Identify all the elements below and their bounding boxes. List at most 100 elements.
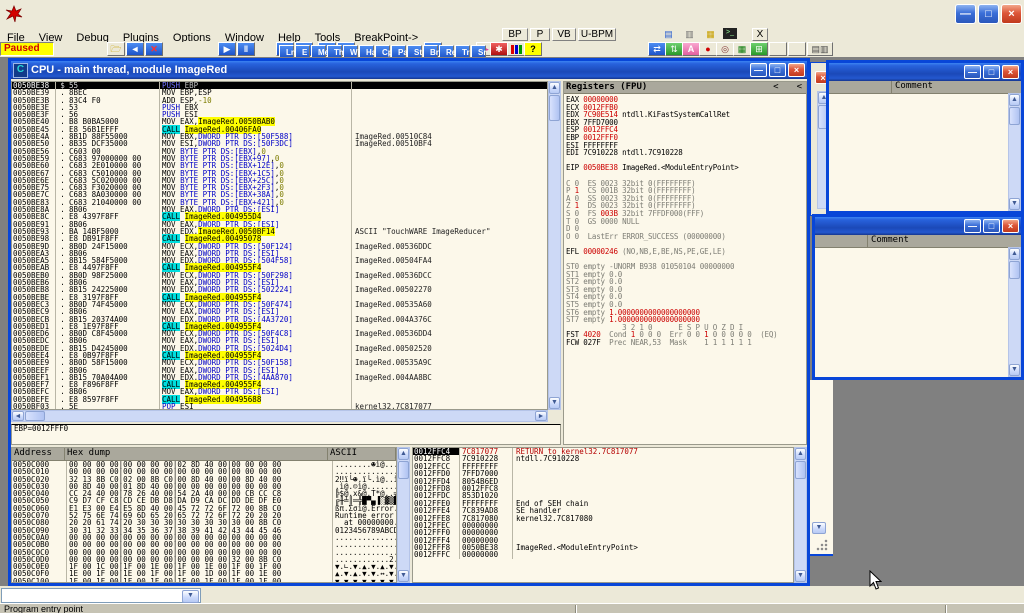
side-window-b-scrollbar[interactable]: ▲ ▼: [1008, 247, 1021, 377]
dump-pane[interactable]: AddressHex dumpASCII 0050C00000 00 00 00…: [11, 447, 397, 583]
resize-grip[interactable]: [815, 538, 829, 551]
console-icon[interactable]: >_: [723, 28, 737, 39]
minimize-button[interactable]: —: [964, 219, 981, 233]
register-line[interactable]: FCW 027F Prec NEAR,53 Mask 1 1 1 1 1 1: [566, 339, 806, 347]
disasm-row[interactable]: 0050BF03.5EPOP ESIkernel32.7C817077: [12, 403, 547, 410]
column-header-row[interactable]: Comment: [815, 235, 1021, 248]
dump-column-header[interactable]: Hex dump: [65, 448, 328, 460]
registers-header[interactable]: Registers (FPU) < <: [564, 82, 806, 94]
disassembly-vscrollbar[interactable]: ▲ ▼: [548, 81, 561, 410]
run-button[interactable]: ▶: [218, 42, 236, 56]
registers-next-button[interactable]: <: [793, 82, 806, 93]
stack-pane[interactable]: 0012FFC47C817077RETURN to kernel32.7C817…: [412, 447, 794, 583]
disasm-row[interactable]: 0050BE83.C683 21040000 00MOV BYTE PTR DS…: [12, 199, 547, 206]
scroll-down-icon[interactable]: ▼: [1009, 364, 1020, 376]
disassembly-pane[interactable]: 0050BE38$55PUSH EBP0050BE39.8BECMOV EBP,…: [11, 81, 548, 410]
empty-button-2[interactable]: [788, 42, 806, 56]
help-button[interactable]: ?: [524, 42, 542, 56]
maximize-button[interactable]: □: [983, 219, 1000, 233]
cpu-window-titlebar[interactable]: C CPU - main thread, module ImageRed — □…: [11, 61, 807, 79]
scroll-up-icon[interactable]: ▲: [398, 448, 409, 460]
info-pane[interactable]: EBP=0012FFF0: [11, 424, 561, 445]
scroll-thumb[interactable]: [25, 411, 45, 421]
columns-list-button[interactable]: ▤▥: [807, 42, 833, 56]
disasm-row[interactable]: 0050BE9D.8B0D 24F15000MOV ECX,DWORD PTR …: [12, 243, 547, 250]
stack-row[interactable]: 0012FFFC00000000: [413, 551, 793, 558]
disasm-row[interactable]: 0050BEF7.E8 F896F8FFCALL ImageRed.004955…: [12, 381, 547, 388]
menu-bp-button[interactable]: BP: [502, 28, 528, 41]
disasm-row[interactable]: 0050BEB0.8B0D 98F25000MOV ECX,DWORD PTR …: [12, 272, 547, 279]
register-line[interactable]: O 0 LastErr ERROR_SUCCESS (00000000): [566, 233, 806, 241]
disasm-row[interactable]: 0050BE8C.E8 4397F8FFCALL ImageRed.004955…: [12, 213, 547, 220]
disasm-row[interactable]: 0050BEC3.8B0D 74F45000MOV ECX,DWORD PTR …: [12, 301, 547, 308]
disasm-row[interactable]: 0050BEFE.E8 8597F8FFCALL ImageRed.004956…: [12, 396, 547, 403]
title-bar[interactable]: — □ ×: [0, 0, 1024, 28]
close-button[interactable]: ×: [1002, 65, 1019, 79]
options-gear-button[interactable]: ✱: [490, 42, 508, 56]
stack-vscrollbar[interactable]: ▲ ▼: [794, 447, 807, 583]
disasm-row[interactable]: 0050BE3E.53PUSH EBX: [12, 104, 547, 111]
registers-pane[interactable]: Registers (FPU) < < EAX 00000000ECX 0012…: [563, 81, 807, 445]
dump-column-header[interactable]: Address: [12, 448, 65, 460]
notepad-icon[interactable]: ▤: [660, 28, 677, 41]
disasm-row[interactable]: 0050BE3B.83C4 F0ADD ESP,-10: [12, 97, 547, 104]
side-window-a-titlebar[interactable]: — □ ×: [829, 63, 1021, 81]
register-line[interactable]: T 0 GS 0000 NULL: [566, 218, 806, 226]
scroll-thumb[interactable]: [795, 461, 806, 479]
command-input[interactable]: ▼: [1, 588, 201, 603]
record-button[interactable]: ●: [699, 42, 717, 56]
scroll-down-icon[interactable]: ▼: [795, 570, 806, 582]
disassembly-hscrollbar[interactable]: ◄ ►: [11, 410, 548, 422]
scroll-down-icon[interactable]: ▼: [812, 522, 826, 534]
minimize-button[interactable]: —: [955, 4, 976, 24]
scroll-left-icon[interactable]: ◄: [12, 411, 24, 421]
restart-button[interactable]: ◄: [126, 42, 144, 56]
scroll-down-icon[interactable]: ▼: [398, 570, 409, 582]
column-header-blank[interactable]: [829, 81, 892, 93]
column-header-blank[interactable]: [815, 235, 868, 247]
menu-close-button[interactable]: X: [752, 28, 768, 41]
scroll-thumb[interactable]: [1009, 107, 1020, 125]
scroll-up-icon[interactable]: ▲: [795, 448, 806, 460]
close-button[interactable]: ×: [1002, 219, 1019, 233]
scroll-up-icon[interactable]: ▲: [1009, 248, 1020, 260]
spiral-button[interactable]: ◎: [716, 42, 734, 56]
register-line[interactable]: EFL 00000246 (NO,NB,E,BE,NS,PE,GE,LE): [566, 248, 806, 256]
pause-button[interactable]: ‖: [237, 42, 255, 56]
scroll-thumb[interactable]: [398, 461, 409, 479]
menu-vb-button[interactable]: VB: [552, 28, 576, 41]
assemble-button[interactable]: A: [682, 42, 700, 56]
register-line[interactable]: EDI 7C910228 ntdll.7C910228: [566, 149, 806, 157]
window-grid-button[interactable]: ⊞: [750, 42, 768, 56]
disasm-row[interactable]: 0050BE38$55PUSH EBP: [12, 82, 547, 89]
dump-row[interactable]: 0050C1001F 00 1F 00|1F 00 1F 00|1F 00 1F…: [12, 578, 396, 583]
minimize-button[interactable]: —: [750, 63, 767, 77]
minimize-button[interactable]: —: [964, 65, 981, 79]
column-header-row[interactable]: Comment: [829, 81, 1021, 94]
menu-p-button[interactable]: P: [530, 28, 550, 41]
registers-prev-button[interactable]: <: [773, 82, 792, 93]
maximize-button[interactable]: □: [983, 65, 1000, 79]
grid-button[interactable]: ▦: [733, 42, 751, 56]
scroll-right-icon[interactable]: ►: [535, 411, 547, 421]
disasm-row[interactable]: 0050BEE9.8B0D 58F15000MOV ECX,DWORD PTR …: [12, 359, 547, 366]
scroll-down-icon[interactable]: ▼: [1009, 198, 1020, 210]
appearance-button[interactable]: [507, 42, 525, 56]
scroll-down-icon[interactable]: ▼: [549, 397, 560, 409]
update-button[interactable]: ⇅: [665, 42, 683, 56]
empty-button-1[interactable]: [769, 42, 787, 56]
close-program-button[interactable]: ✕: [145, 42, 163, 56]
swap-panes-button[interactable]: ⇄: [648, 42, 666, 56]
column-header-comment[interactable]: Comment: [892, 81, 1021, 93]
side-window-b-titlebar[interactable]: — □ ×: [815, 217, 1021, 235]
dump-column-header[interactable]: ASCII: [328, 448, 396, 460]
maximize-button[interactable]: □: [978, 4, 999, 24]
dump-vscrollbar[interactable]: ▲ ▼: [397, 447, 410, 583]
disasm-row[interactable]: 0050BED6.8B0D C8F45000MOV ECX,DWORD PTR …: [12, 330, 547, 337]
column-header-comment[interactable]: Comment: [868, 235, 1021, 247]
folder-icon[interactable]: ▦: [702, 28, 719, 41]
menu-ubpm-button[interactable]: U-BPM: [578, 28, 616, 41]
register-line[interactable]: EIP 0050BE38 ImageRed.<ModuleEntryPoint>: [566, 164, 806, 172]
scroll-thumb[interactable]: [549, 95, 560, 121]
close-button[interactable]: ×: [788, 63, 805, 77]
